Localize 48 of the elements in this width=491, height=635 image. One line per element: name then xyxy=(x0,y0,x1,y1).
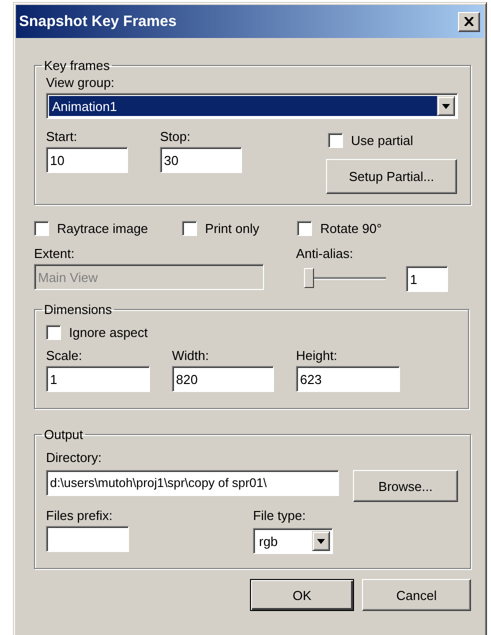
dialog-button[interactable]: OK xyxy=(250,579,354,611)
dropdown-button[interactable] xyxy=(437,96,455,116)
checkbox[interactable] xyxy=(182,221,198,236)
caret-icon xyxy=(442,104,450,108)
checkbox-label: Use partial xyxy=(351,133,414,148)
field-label: Files prefix: xyxy=(46,508,114,524)
group-legend: Key frames xyxy=(42,58,112,73)
input-field[interactable]: 30 xyxy=(160,147,242,173)
input-field[interactable]: 1 xyxy=(46,366,150,392)
checkbox-label: Print only xyxy=(205,221,260,236)
close-button[interactable] xyxy=(458,12,480,32)
checkbox[interactable] xyxy=(46,325,61,340)
field-label: Width: xyxy=(172,348,210,364)
slider-thumb[interactable] xyxy=(304,268,314,288)
dropdown-value: Animation1 xyxy=(49,96,437,116)
input-field[interactable]: 1 xyxy=(406,266,448,292)
input-field[interactable]: d:\users\mutoh\proj1\spr\copy of spr01\ xyxy=(46,470,339,496)
field-label: Scale: xyxy=(46,348,84,364)
view-group-dropdown[interactable]: Animation1 xyxy=(46,93,458,119)
checkbox-label: Ignore aspect xyxy=(69,325,148,340)
checkbox-label: Raytrace image xyxy=(57,221,148,236)
checkbox[interactable] xyxy=(34,221,49,236)
dropdown-button[interactable] xyxy=(312,531,330,551)
file-type-dropdown[interactable]: rgb xyxy=(253,528,333,554)
field-label: Start: xyxy=(46,129,78,145)
group-legend: Dimensions xyxy=(42,302,114,317)
field-label: Height: xyxy=(296,348,338,364)
caret-icon xyxy=(317,538,325,544)
field-label: File type: xyxy=(253,508,307,524)
field-label: View group: xyxy=(46,75,116,91)
field-label: Extent: xyxy=(34,246,76,262)
window-title: Snapshot Key Frames xyxy=(19,13,177,30)
checkbox[interactable] xyxy=(297,221,312,236)
field-label: Anti-alias: xyxy=(296,246,354,262)
close-icon xyxy=(464,17,474,26)
input-field[interactable]: 623 xyxy=(296,366,400,392)
dialog-button[interactable]: Cancel xyxy=(362,579,471,611)
input-field[interactable]: 10 xyxy=(46,147,128,173)
group-legend: Output xyxy=(42,427,86,442)
input-field[interactable]: 820 xyxy=(172,366,274,392)
checkbox-label: Rotate 90° xyxy=(320,221,382,236)
checkbox[interactable] xyxy=(328,133,343,148)
setup-partial-button[interactable]: Setup Partial... xyxy=(326,159,457,194)
field-label: Directory: xyxy=(46,450,103,466)
browse-button[interactable]: Browse... xyxy=(353,470,458,502)
input-field[interactable] xyxy=(46,526,129,552)
anti-alias-slider[interactable] xyxy=(304,268,386,290)
field-label: Stop: xyxy=(160,129,192,145)
